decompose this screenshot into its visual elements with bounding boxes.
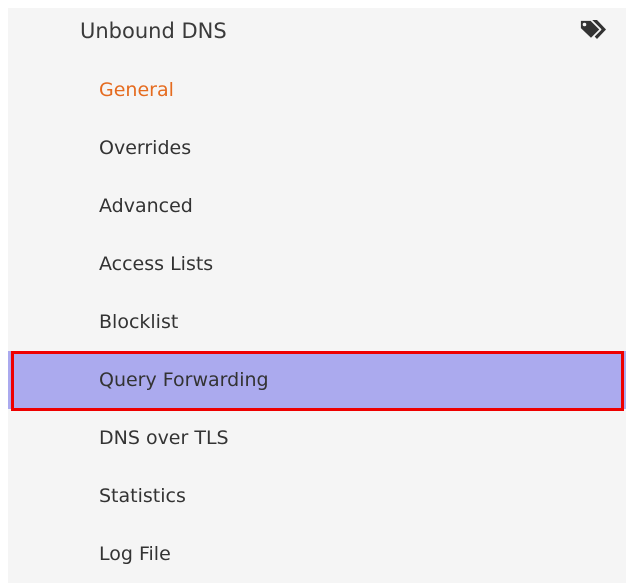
menu-item-log-file[interactable]: Log File	[8, 525, 626, 583]
menu-item-general[interactable]: General	[8, 61, 626, 119]
menu-header-label: Unbound DNS	[80, 19, 227, 43]
menu-item-label: DNS over TLS	[99, 427, 229, 449]
menu-item-label: Query Forwarding	[99, 369, 269, 391]
menu-item-query-forwarding[interactable]: Query Forwarding	[8, 351, 626, 409]
menu-item-statistics[interactable]: Statistics	[8, 467, 626, 525]
menu-item-label: Access Lists	[99, 253, 214, 275]
menu-item-label: Blocklist	[99, 311, 179, 333]
menu-item-blocklist[interactable]: Blocklist	[8, 293, 626, 351]
menu-item-overrides[interactable]: Overrides	[8, 119, 626, 177]
unbound-dns-menu: Unbound DNS General Overrides Advanced A…	[8, 8, 626, 583]
menu-item-label: Overrides	[99, 137, 192, 159]
menu-item-label: Statistics	[99, 485, 186, 507]
menu-item-label: Log File	[99, 543, 171, 565]
tags-icon	[579, 19, 606, 40]
menu-item-advanced[interactable]: Advanced	[8, 177, 626, 235]
menu-item-label: General	[99, 79, 174, 101]
menu-item-access-lists[interactable]: Access Lists	[8, 235, 626, 293]
unbound-dns-menu-header[interactable]: Unbound DNS	[8, 8, 626, 54]
menu-item-dns-over-tls[interactable]: DNS over TLS	[8, 409, 626, 467]
menu-item-label: Advanced	[99, 195, 193, 217]
